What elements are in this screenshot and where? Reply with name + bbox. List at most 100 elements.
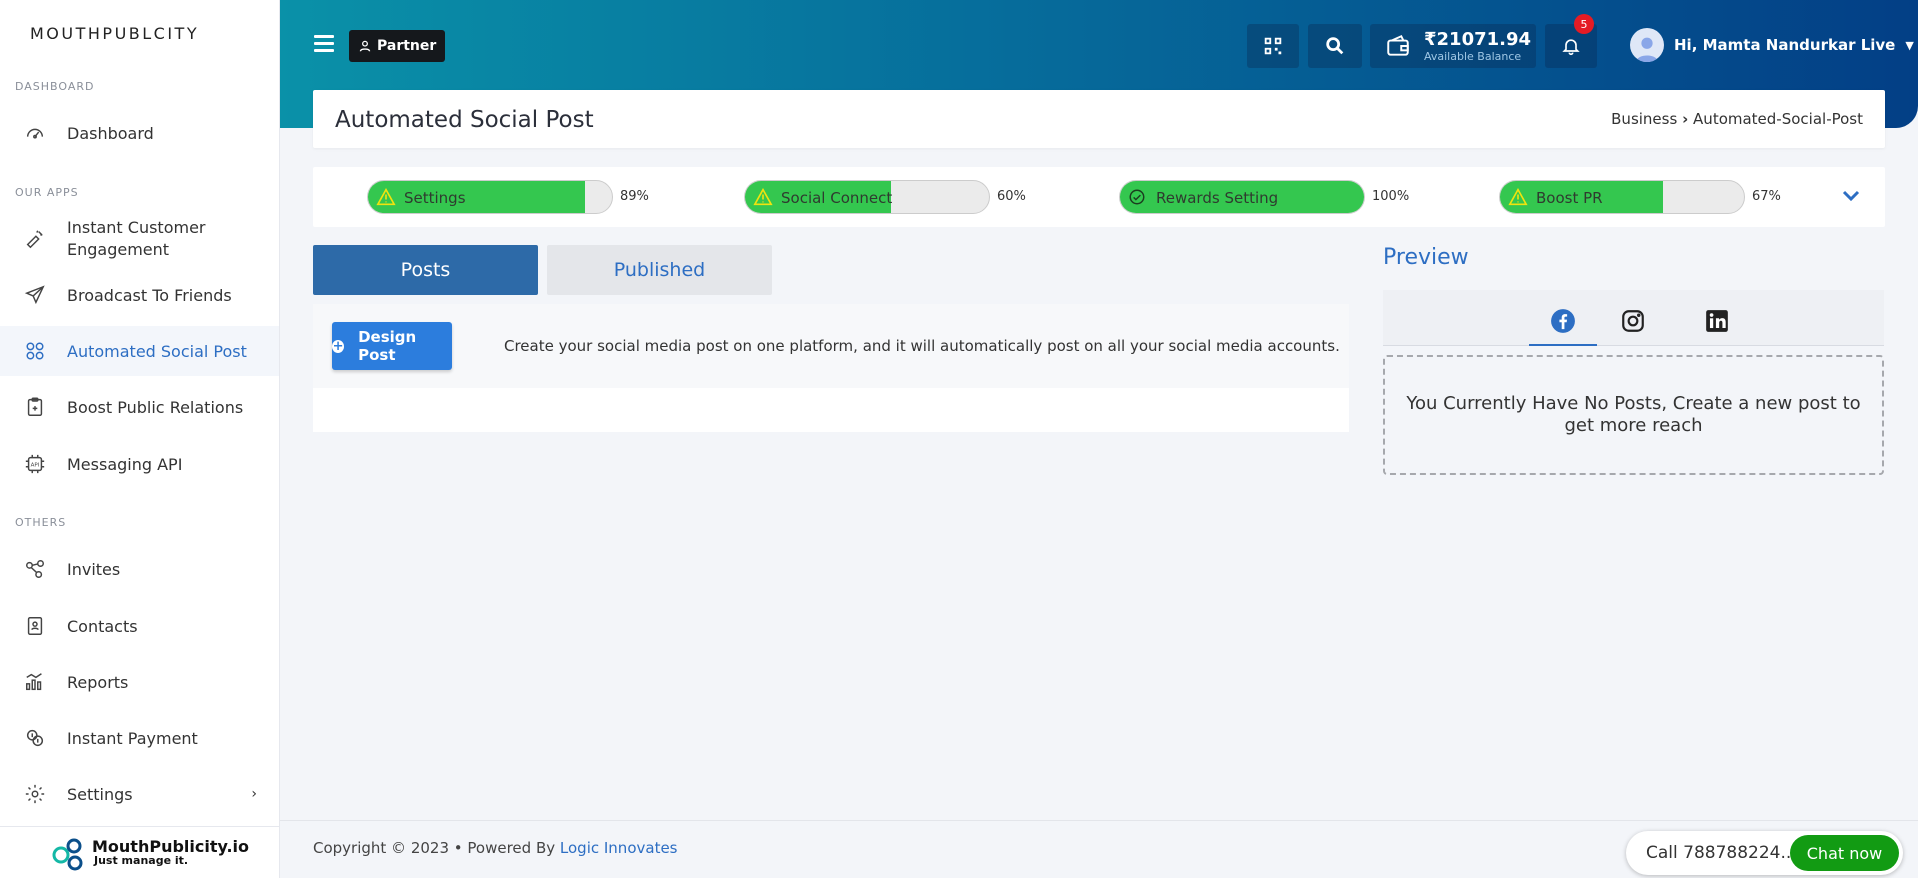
design-post-button[interactable]: + Design Post xyxy=(332,322,452,370)
search-button[interactable] xyxy=(1308,24,1362,68)
section-dashboard: DASHBOARD xyxy=(15,80,95,93)
sidebar-item-automated-social-post[interactable]: Automated Social Post xyxy=(0,326,279,376)
chevron-down-icon[interactable] xyxy=(1839,184,1863,208)
sidebar-item-dashboard[interactable]: Dashboard xyxy=(0,112,279,154)
avatar-icon xyxy=(1635,37,1659,62)
wallet-balance[interactable]: ₹21071.94 Available Balance xyxy=(1370,24,1536,68)
design-post-row: + Design Post Create your social media p… xyxy=(313,304,1349,388)
powered-by: • Powered By xyxy=(453,839,556,857)
sidebar-item-label: Automated Social Post xyxy=(67,341,247,361)
progress-percent: 100% xyxy=(1372,189,1410,204)
qr-code-icon xyxy=(1264,37,1282,55)
sidebar-item-label: Contacts xyxy=(67,616,138,636)
progress-percent: 67% xyxy=(1752,189,1781,204)
progress-bar-boost-pr[interactable]: Boost PR xyxy=(1499,180,1745,214)
progress-percent: 89% xyxy=(620,189,649,204)
sidebar-item-contacts[interactable]: Contacts xyxy=(0,605,279,647)
api-icon: API xyxy=(22,451,48,477)
page-title: Automated Social Post xyxy=(335,107,594,133)
progress-bar-settings[interactable]: Settings xyxy=(367,180,613,214)
warning-icon xyxy=(1508,188,1528,206)
notifications-button[interactable]: 5 xyxy=(1545,14,1597,68)
footer-logo-tagline: Just manage it. xyxy=(94,854,189,867)
company-link[interactable]: Logic Innovates xyxy=(560,839,678,857)
setup-progress-card: Settings 89% Social Connect 60% Rewards … xyxy=(313,167,1885,227)
qr-code-button[interactable] xyxy=(1247,24,1299,68)
instagram-icon[interactable] xyxy=(1620,308,1646,334)
sidebar-item-label: Instant Payment xyxy=(67,728,198,748)
sidebar-item-reports[interactable]: Reports xyxy=(0,661,279,703)
sidebar-item-broadcast-to-friends[interactable]: Broadcast To Friends xyxy=(0,274,279,316)
breadcrumb-root[interactable]: Business xyxy=(1611,110,1677,128)
sidebar-item-label: Boost Public Relations xyxy=(67,397,244,417)
partner-badge[interactable]: Partner xyxy=(349,30,446,62)
sidebar-item-instant-customer-engagement[interactable]: Instant Customer Engagement xyxy=(0,216,279,262)
chat-now-button[interactable]: Chat now xyxy=(1790,835,1899,871)
warning-icon xyxy=(376,188,396,206)
brand-logo[interactable]: MOUTHPUBLCITY xyxy=(30,24,199,43)
warning-icon xyxy=(753,188,773,206)
avatar xyxy=(1630,28,1664,62)
balance-caption: Available Balance xyxy=(1424,49,1522,63)
progress-bar-social-connect[interactable]: Social Connect xyxy=(744,180,990,214)
gear-icon xyxy=(22,781,48,807)
copyright: Copyright © 2023 xyxy=(313,839,450,857)
sidebar: MOUTHPUBLCITY DASHBOARD Dashboard OUR AP… xyxy=(0,0,280,878)
design-post-description: Create your social media post on one pla… xyxy=(504,337,1340,355)
footer-logo-title: MouthPublicity.io xyxy=(92,837,250,856)
sidebar-item-label: Instant Customer Engagement xyxy=(67,218,206,259)
sidebar-item-invites[interactable]: Invites xyxy=(0,548,279,590)
design-post-label: Design Post xyxy=(358,328,417,364)
progress-percent: 60% xyxy=(997,189,1026,204)
user-icon xyxy=(359,40,371,52)
sidebar-item-instant-payment[interactable]: Instant Payment xyxy=(0,717,279,759)
progress-label: Boost PR xyxy=(1536,189,1603,207)
preview-empty-state: You Currently Have No Posts, Create a ne… xyxy=(1383,355,1884,475)
breadcrumb-separator-icon: › xyxy=(1682,110,1689,128)
progress-bar-rewards-setting[interactable]: Rewards Setting xyxy=(1119,180,1365,214)
tab-published[interactable]: Published xyxy=(547,245,772,295)
facebook-icon[interactable] xyxy=(1529,308,1597,346)
sidebar-item-messaging-api[interactable]: API Messaging API xyxy=(0,443,279,485)
wallet-icon xyxy=(1387,34,1409,56)
call-number[interactable]: Call 788788224... xyxy=(1646,843,1797,863)
tab-posts[interactable]: Posts xyxy=(313,245,538,295)
section-our-apps: OUR APPS xyxy=(15,186,79,199)
megaphone-icon xyxy=(22,226,48,252)
sidebar-item-label: Reports xyxy=(67,672,129,692)
copyright-text: Copyright © 2023 • Powered By Logic Inno… xyxy=(313,839,678,857)
speedometer-icon xyxy=(22,120,48,146)
plus-circle-icon: + xyxy=(332,338,345,354)
bar-chart-icon xyxy=(22,669,48,695)
share-icon xyxy=(22,556,48,582)
mouthpublicity-logo-icon xyxy=(52,838,83,870)
sidebar-item-settings[interactable]: Settings › xyxy=(0,773,279,815)
bell-icon xyxy=(1562,39,1580,56)
payment-icon xyxy=(22,725,48,751)
check-circle-icon xyxy=(1129,189,1145,205)
sidebar-item-label: Settings xyxy=(67,784,133,804)
progress-label: Social Connect xyxy=(781,189,893,207)
sidebar-footer-logo[interactable]: MouthPublicity.io Just manage it. xyxy=(0,826,279,878)
sidebar-item-label: Messaging API xyxy=(67,454,183,474)
chevron-right-icon: › xyxy=(251,786,257,802)
sidebar-item-label: Broadcast To Friends xyxy=(67,285,232,305)
preview-platform-tabs xyxy=(1383,290,1884,346)
page-header-card: Automated Social Post Business › Automat… xyxy=(313,90,1885,148)
linkedin-icon[interactable] xyxy=(1704,308,1730,334)
contact-book-icon xyxy=(22,613,48,639)
breadcrumb: Business › Automated-Social-Post xyxy=(1611,110,1863,128)
sidebar-item-boost-public-relations[interactable]: Boost Public Relations xyxy=(0,386,279,428)
breadcrumb-current: Automated-Social-Post xyxy=(1693,110,1863,128)
search-icon xyxy=(1326,37,1344,55)
partner-label: Partner xyxy=(377,38,437,54)
call-widget[interactable]: Call 788788224... Chat now xyxy=(1626,831,1903,875)
paper-plane-icon xyxy=(22,282,48,308)
notification-count-badge: 5 xyxy=(1574,14,1594,34)
user-menu[interactable]: Hi, Mamta Nandurkar Live ▼ xyxy=(1630,28,1914,62)
caret-down-icon: ▼ xyxy=(1905,38,1914,52)
hamburger-menu-icon[interactable] xyxy=(314,35,334,53)
clipboard-icon xyxy=(22,394,48,420)
sidebar-item-label: Invites xyxy=(67,559,121,579)
balance-amount: ₹21071.94 xyxy=(1424,28,1532,50)
